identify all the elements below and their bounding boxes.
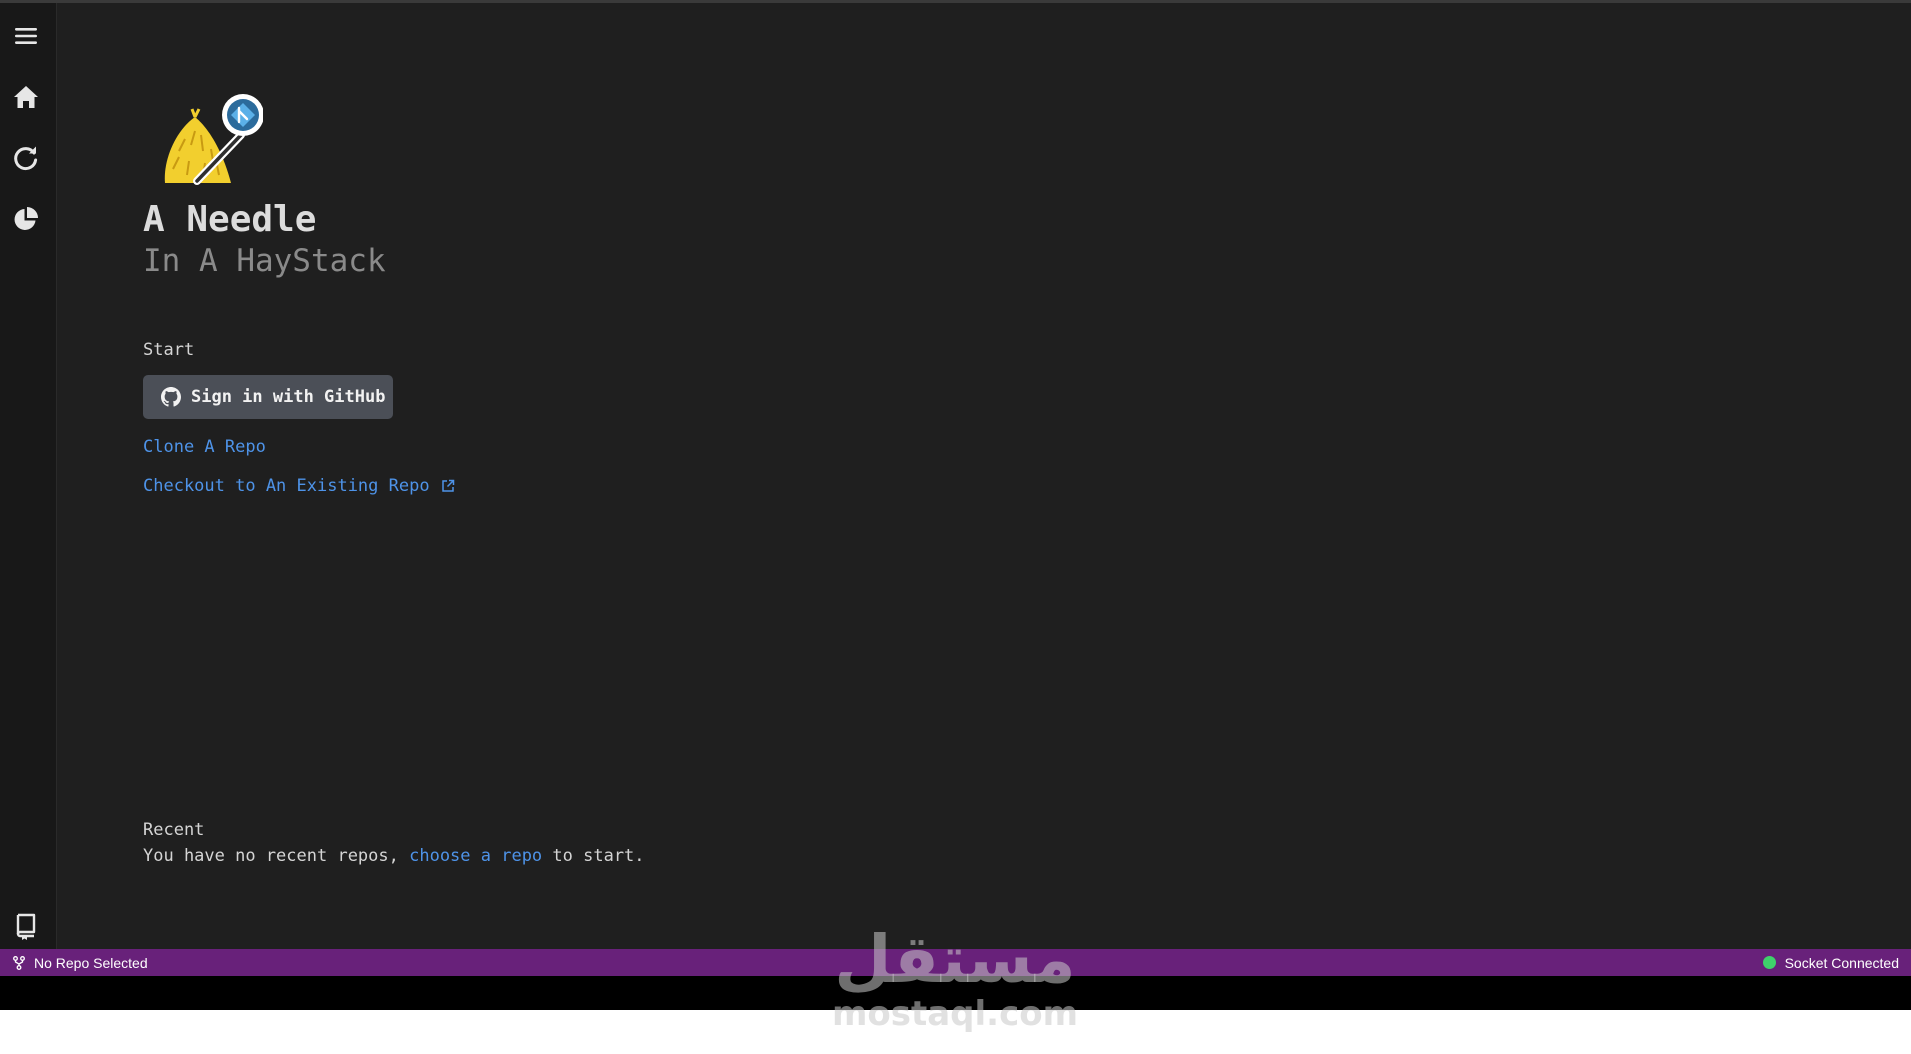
app-title: A Needle xyxy=(143,199,317,240)
welcome-page: A Needle In A HayStack Start Sign in wit… xyxy=(57,3,1911,949)
repo-status-label: No Repo Selected xyxy=(34,954,148,971)
recent-empty-message: You have no recent repos, choose a repo … xyxy=(143,846,645,866)
app-subtitle: In A HayStack xyxy=(143,243,386,279)
clone-repo-link[interactable]: Clone A Repo xyxy=(143,437,266,457)
app-window: A Needle In A HayStack Start Sign in wit… xyxy=(0,0,1911,1010)
socket-status-label: Socket Connected xyxy=(1784,954,1899,971)
sign-in-github-button[interactable]: Sign in with GitHub xyxy=(143,375,393,419)
refresh-button[interactable] xyxy=(9,141,43,175)
activity-bar xyxy=(0,3,57,949)
socket-status: Socket Connected xyxy=(1762,949,1899,976)
bottom-strip xyxy=(0,976,1911,1010)
stats-button[interactable] xyxy=(9,202,43,236)
git-branch-icon xyxy=(13,955,25,970)
external-link-icon xyxy=(440,478,456,494)
repo-button[interactable] xyxy=(9,909,43,943)
haystack-needle-logo xyxy=(159,91,264,187)
github-icon xyxy=(161,387,181,407)
checkout-existing-repo-link[interactable]: Checkout to An Existing Repo xyxy=(143,476,456,496)
menu-button[interactable] xyxy=(9,19,43,53)
start-heading: Start xyxy=(143,340,195,360)
sign-in-github-label: Sign in with GitHub xyxy=(191,387,386,407)
checkout-link-label: Checkout to An Existing Repo xyxy=(143,476,430,496)
connected-indicator-icon xyxy=(1762,956,1776,969)
home-icon xyxy=(14,86,38,108)
repo-status[interactable]: No Repo Selected xyxy=(12,949,148,976)
status-bar: No Repo Selected Socket Connected xyxy=(0,949,1911,976)
choose-repo-link[interactable]: choose a repo xyxy=(409,846,542,866)
recent-heading: Recent xyxy=(143,820,205,840)
pie-chart-icon xyxy=(14,207,38,230)
refresh-icon xyxy=(14,146,38,171)
recent-suffix: to start. xyxy=(542,846,645,866)
hamburger-menu-icon xyxy=(15,28,37,44)
home-button[interactable] xyxy=(9,80,43,114)
recent-prefix: You have no recent repos, xyxy=(143,846,410,866)
repo-book-icon xyxy=(16,913,36,940)
